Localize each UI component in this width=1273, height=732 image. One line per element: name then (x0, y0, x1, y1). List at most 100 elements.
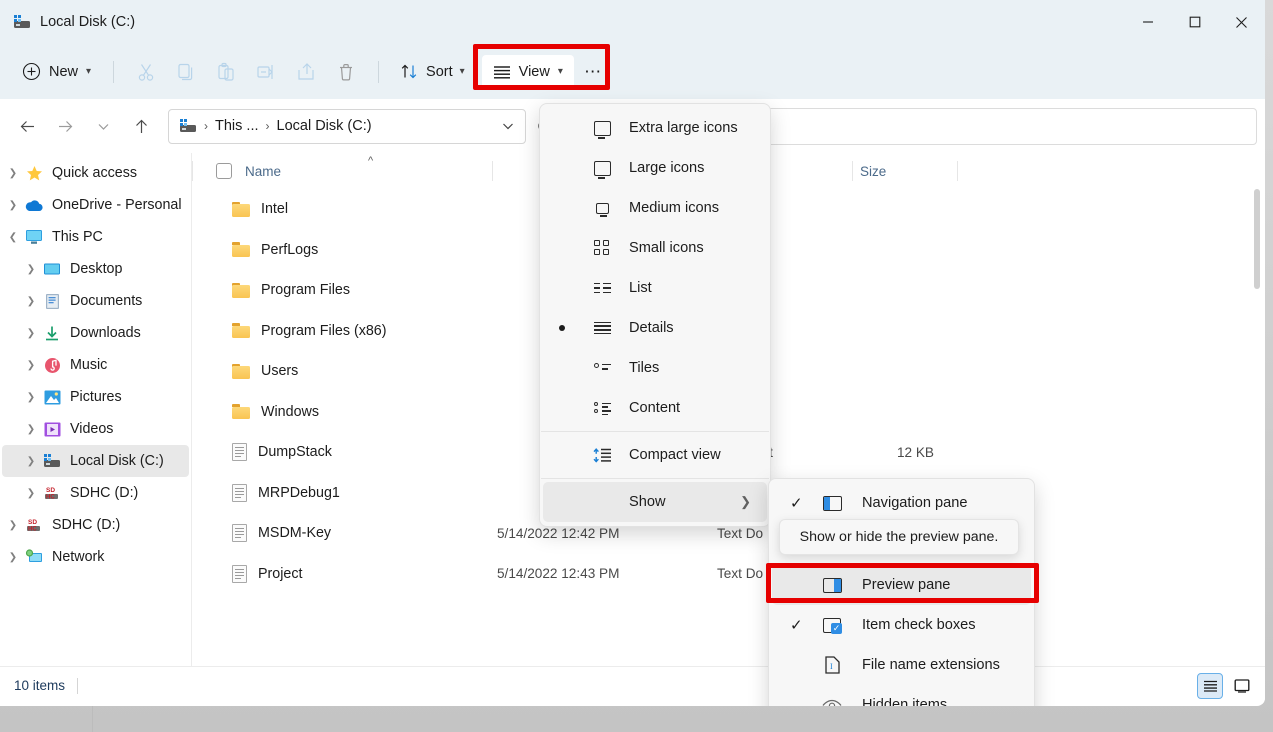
sidebar-item-desktop[interactable]: ❯ Desktop (2, 253, 189, 285)
chevron-right-icon: ❯ (740, 494, 751, 509)
file-name-label: Windows (261, 403, 319, 420)
menu-item-hidden-items[interactable]: Hidden items (772, 685, 1031, 706)
folder-icon (232, 242, 250, 258)
select-all-checkbox[interactable] (216, 163, 232, 179)
menu-item-label: Compact view (629, 447, 721, 463)
chevron-right-icon[interactable]: ❯ (20, 360, 42, 371)
folder-icon (232, 201, 250, 217)
window-controls (1124, 0, 1265, 44)
address-bar[interactable]: › This ... › Local Disk (C:) (168, 108, 526, 144)
menu-item-content[interactable]: Content (543, 388, 767, 428)
star-icon (24, 165, 44, 182)
cut-button[interactable] (126, 55, 166, 89)
sd-card-icon: SD HC (24, 517, 44, 533)
file-name-label: Users (261, 363, 299, 380)
chevron-right-icon[interactable]: ❯ (20, 328, 42, 339)
address-dropdown-icon[interactable] (495, 111, 521, 141)
sidebar-item-label: This PC (52, 229, 103, 245)
details-view-toggle[interactable] (1197, 672, 1223, 699)
menu-item-medium-icons[interactable]: Medium icons (543, 188, 767, 228)
sidebar-item-videos[interactable]: ❯ Videos (2, 413, 189, 445)
menu-item-details[interactable]: Details (543, 308, 767, 348)
menu-item-navigation-pane[interactable]: ✓ Navigation pane (772, 483, 1031, 523)
menu-item-preview-pane[interactable]: Preview pane (772, 565, 1031, 605)
file-name-cell: Program Files (232, 282, 350, 298)
large-icons-view-toggle[interactable] (1229, 673, 1255, 699)
medium-icons-icon (592, 202, 612, 217)
sidebar-item-sdhc-d-child[interactable]: ❯ SD HC SDHC (D:) (2, 477, 189, 509)
maximize-button[interactable] (1171, 0, 1218, 44)
file-name-cell: PerfLogs (232, 242, 318, 258)
chevron-right-icon[interactable]: ❯ (2, 552, 24, 563)
up-button[interactable] (124, 109, 158, 143)
minimize-button[interactable] (1124, 0, 1171, 44)
breadcrumb-item-0[interactable]: This ... (215, 118, 259, 134)
chevron-right-icon[interactable]: ❯ (20, 392, 42, 403)
chevron-right-icon[interactable]: ❯ (20, 296, 42, 307)
column-header-name[interactable]: Name (216, 163, 281, 179)
navigation-pane-icon (822, 495, 842, 511)
view-button-label: View (518, 63, 550, 80)
close-button[interactable] (1218, 0, 1265, 44)
scrollbar-thumb[interactable] (1254, 189, 1260, 289)
paste-button[interactable] (206, 55, 246, 89)
vertical-scrollbar[interactable] (1251, 189, 1263, 349)
sidebar-item-local-disk-c[interactable]: ❯ Local Disk (C:) (2, 445, 189, 477)
file-date-cell: 5/14/2022 12:43 PM (497, 566, 620, 582)
chevron-right-icon[interactable]: ❯ (20, 264, 42, 275)
table-row[interactable]: Project 5/14/2022 12:43 PM Text Do (192, 554, 1265, 595)
sidebar-item-this-pc[interactable]: ❮ This PC (2, 221, 189, 253)
view-button[interactable]: View ▾ (481, 54, 574, 89)
title-bar: Local Disk (C:) (0, 0, 1265, 44)
share-button[interactable] (286, 55, 326, 89)
chevron-right-icon[interactable]: ❯ (2, 520, 24, 531)
sidebar-item-onedrive[interactable]: ❯ OneDrive - Personal (2, 189, 189, 221)
menu-item-large-icons[interactable]: Large icons (543, 148, 767, 188)
sidebar-item-label: Pictures (70, 389, 122, 405)
file-explorer-window: Local Disk (C:) New ▾ Sort ▾ View ▾ ⋯ › … (0, 0, 1265, 706)
menu-item-compact-view[interactable]: Compact view (543, 435, 767, 475)
taskbar-divider (92, 706, 93, 732)
chevron-right-icon[interactable]: ❯ (2, 168, 24, 179)
file-size-cell: 12 KB (896, 444, 934, 460)
sidebar-item-network[interactable]: ❯ Network (2, 541, 189, 573)
extra-large-icons-icon (592, 120, 612, 139)
menu-item-show[interactable]: Show ❯ (543, 482, 767, 522)
back-button[interactable] (10, 109, 44, 143)
recent-locations-button[interactable] (86, 109, 120, 143)
tooltip: Show or hide the preview pane. (779, 519, 1019, 555)
chevron-right-icon[interactable]: ❯ (20, 456, 42, 467)
sidebar-item-sdhc-d[interactable]: ❯ SD HC SDHC (D:) (2, 509, 189, 541)
column-header-size[interactable]: Size (860, 164, 886, 179)
chevron-right-icon[interactable]: ❯ (20, 424, 42, 435)
sidebar-item-label: SDHC (D:) (70, 485, 139, 501)
sidebar-item-downloads[interactable]: ❯ Downloads (2, 317, 189, 349)
chevron-down-icon[interactable]: ❮ (2, 232, 24, 243)
forward-button[interactable] (48, 109, 82, 143)
sidebar-item-documents[interactable]: ❯ Documents (2, 285, 189, 317)
sidebar-item-quick-access[interactable]: ❯ Quick access (2, 157, 189, 189)
rename-button[interactable] (246, 55, 286, 89)
see-more-button[interactable]: ⋯ (574, 55, 614, 89)
sidebar-item-music[interactable]: ❯ Music (2, 349, 189, 381)
file-name-cell: Windows (232, 404, 319, 420)
delete-button[interactable] (326, 55, 366, 89)
sidebar-item-pictures[interactable]: ❯ Pictures (2, 381, 189, 413)
menu-item-file-name-extensions[interactable]: I File name extensions (772, 645, 1031, 685)
copy-button[interactable] (166, 55, 206, 89)
sort-button[interactable]: Sort ▾ (391, 54, 474, 90)
chevron-right-icon[interactable]: ❯ (20, 488, 42, 499)
menu-item-tiles[interactable]: Tiles (543, 348, 767, 388)
menu-item-small-icons[interactable]: Small icons (543, 228, 767, 268)
desktop-icon (42, 262, 62, 277)
view-dropdown-menu: Extra large icons Large icons Medium ico… (539, 103, 771, 527)
breadcrumb-item-1[interactable]: Local Disk (C:) (277, 118, 372, 134)
menu-item-extra-large-icons[interactable]: Extra large icons (543, 108, 767, 148)
menu-item-label: Show (629, 494, 666, 510)
menu-item-label: Hidden items (862, 697, 948, 706)
menu-item-item-check-boxes[interactable]: ✓ ✓ Item check boxes (772, 605, 1031, 645)
chevron-right-icon[interactable]: ❯ (2, 200, 24, 211)
new-button[interactable]: New ▾ (14, 55, 101, 89)
menu-item-list[interactable]: List (543, 268, 767, 308)
documents-icon (42, 293, 62, 310)
